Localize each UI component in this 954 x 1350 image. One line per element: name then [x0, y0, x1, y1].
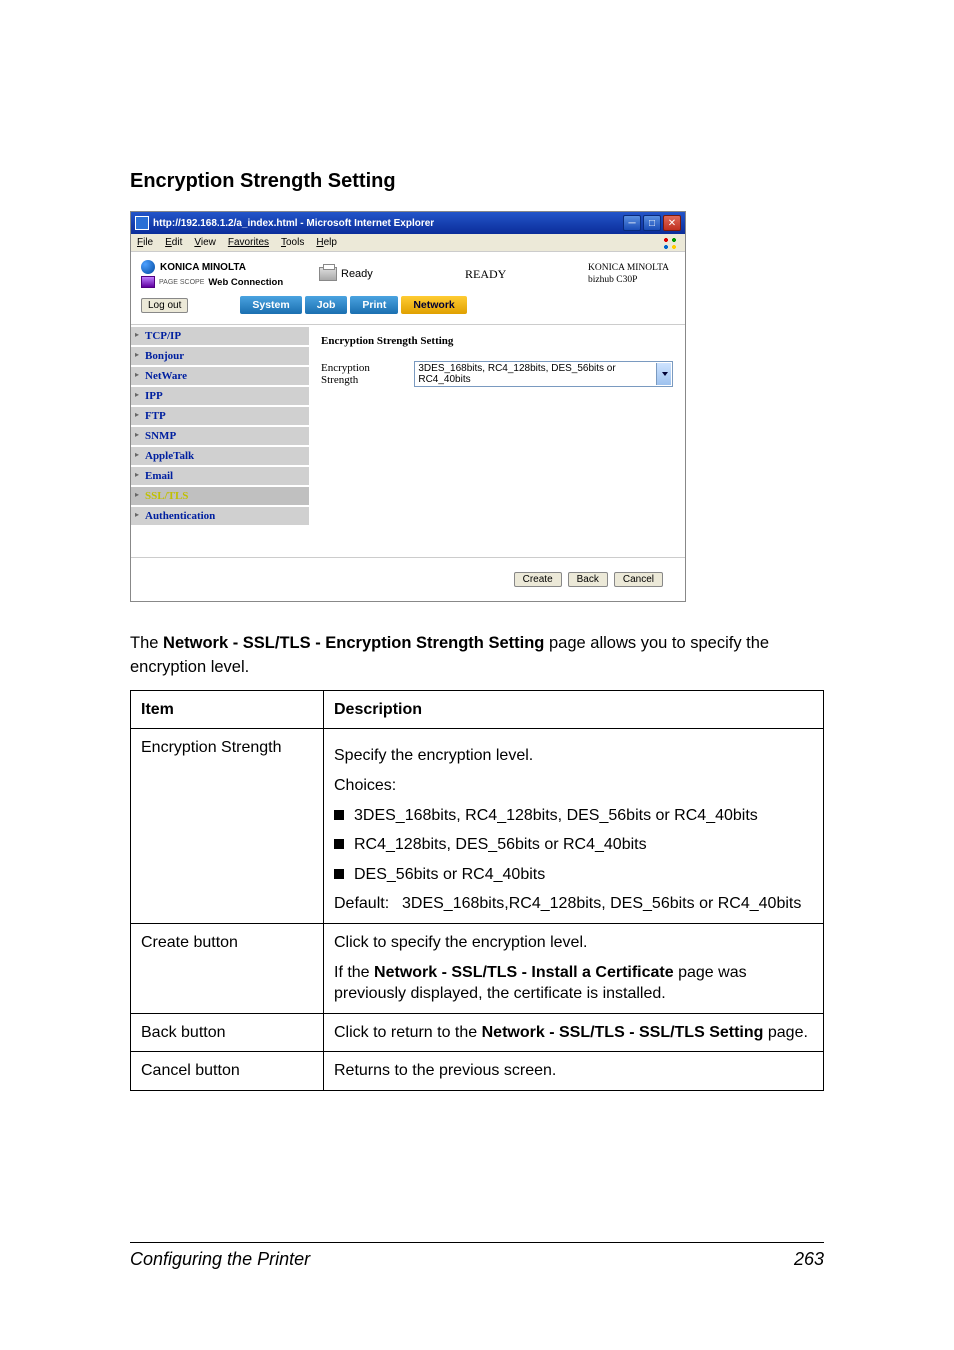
- maximize-icon[interactable]: □: [643, 215, 661, 231]
- cancel-button[interactable]: Cancel: [614, 572, 663, 587]
- create-button[interactable]: Create: [514, 572, 562, 587]
- menu-help[interactable]: Help: [316, 237, 337, 248]
- sidebar-item-authentication[interactable]: Authentication: [131, 507, 309, 525]
- pagescope-icon: [141, 276, 155, 288]
- cell-item: Create button: [131, 924, 324, 1014]
- page-footer: Configuring the Printer 263: [130, 1242, 824, 1270]
- tab-job[interactable]: Job: [305, 296, 348, 314]
- cell-description: Returns to the previous screen.: [324, 1052, 824, 1091]
- footer-title: Configuring the Printer: [130, 1249, 310, 1270]
- window-titlebar: http://192.168.1.2/a_index.html - Micros…: [131, 212, 685, 234]
- window-title-text: http://192.168.1.2/a_index.html - Micros…: [153, 218, 623, 229]
- chevron-down-icon: [662, 372, 668, 376]
- section-heading: Encryption Strength Setting: [130, 170, 824, 193]
- cell-item: Encryption Strength: [131, 729, 324, 924]
- sidebar-item-email[interactable]: Email: [131, 467, 309, 485]
- menu-file[interactable]: File: [137, 237, 153, 248]
- pagescope-small-label: PAGE SCOPE: [159, 279, 204, 286]
- sidebar-item-tcpip[interactable]: TCP/IP: [131, 327, 309, 345]
- menu-tools[interactable]: Tools: [281, 237, 304, 248]
- screenshot-window: http://192.168.1.2/a_index.html - Micros…: [130, 211, 686, 602]
- cell-item: Cancel button: [131, 1052, 324, 1091]
- status-ready-small: Ready: [341, 268, 373, 280]
- table-row: Cancel button Returns to the previous sc…: [131, 1052, 824, 1091]
- minimize-icon[interactable]: ─: [623, 215, 641, 231]
- select-value: 3DES_168bits, RC4_128bits, DES_56bits or…: [418, 363, 654, 385]
- sidebar-item-ftp[interactable]: FTP: [131, 407, 309, 425]
- menu-favorites[interactable]: Favorites: [228, 237, 269, 248]
- device-brand: KONICA MINOLTA: [588, 262, 669, 274]
- device-model: bizhub C30P: [588, 274, 669, 286]
- tab-print[interactable]: Print: [350, 296, 398, 314]
- menu-view[interactable]: View: [194, 237, 216, 248]
- sidebar-item-netware[interactable]: NetWare: [131, 367, 309, 385]
- col-header-description: Description: [324, 690, 824, 729]
- sidebar-item-ipp[interactable]: IPP: [131, 387, 309, 405]
- menu-edit[interactable]: Edit: [165, 237, 182, 248]
- field-label-encryption-strength: Encryption Strength: [321, 362, 386, 386]
- close-icon[interactable]: ✕: [663, 215, 681, 231]
- cell-description: Specify the encryption level. Choices: 3…: [324, 729, 824, 924]
- konica-globe-icon: [141, 260, 155, 274]
- table-row: Create button Click to specify the encry…: [131, 924, 824, 1014]
- encryption-strength-select[interactable]: 3DES_168bits, RC4_128bits, DES_56bits or…: [414, 361, 673, 387]
- sidebar: TCP/IP Bonjour NetWare IPP FTP SNMP Appl…: [131, 325, 309, 557]
- status-ready-large: READY: [465, 267, 506, 282]
- sidebar-item-appletalk[interactable]: AppleTalk: [131, 447, 309, 465]
- page-number: 263: [794, 1249, 824, 1270]
- main-tabs: System Job Print Network: [240, 296, 466, 314]
- cell-description: Click to specify the encryption level. I…: [324, 924, 824, 1014]
- brand-text: KONICA MINOLTA: [160, 262, 246, 273]
- cell-description: Click to return to the Network - SSL/TLS…: [324, 1013, 824, 1052]
- tab-system[interactable]: System: [240, 296, 301, 314]
- col-header-item: Item: [131, 690, 324, 729]
- back-button[interactable]: Back: [568, 572, 608, 587]
- sidebar-item-bonjour[interactable]: Bonjour: [131, 347, 309, 365]
- intro-paragraph: The Network - SSL/TLS - Encryption Stren…: [130, 632, 824, 680]
- table-row: Encryption Strength Specify the encrypti…: [131, 729, 824, 924]
- properties-table: Item Description Encryption Strength Spe…: [130, 690, 824, 1091]
- windows-logo-icon: [661, 235, 679, 251]
- logout-button[interactable]: Log out: [141, 298, 188, 313]
- printer-icon: [319, 267, 337, 281]
- panel-title: Encryption Strength Setting: [321, 335, 673, 347]
- browser-menubar: File Edit View Favorites Tools Help: [131, 234, 685, 252]
- sidebar-item-ssltls[interactable]: SSL/TLS: [131, 487, 309, 505]
- cell-item: Back button: [131, 1013, 324, 1052]
- sidebar-item-snmp[interactable]: SNMP: [131, 427, 309, 445]
- ie-icon: [135, 216, 149, 230]
- table-row: Back button Click to return to the Netwo…: [131, 1013, 824, 1052]
- tab-network[interactable]: Network: [401, 296, 466, 314]
- pagescope-text: Web Connection: [208, 277, 283, 288]
